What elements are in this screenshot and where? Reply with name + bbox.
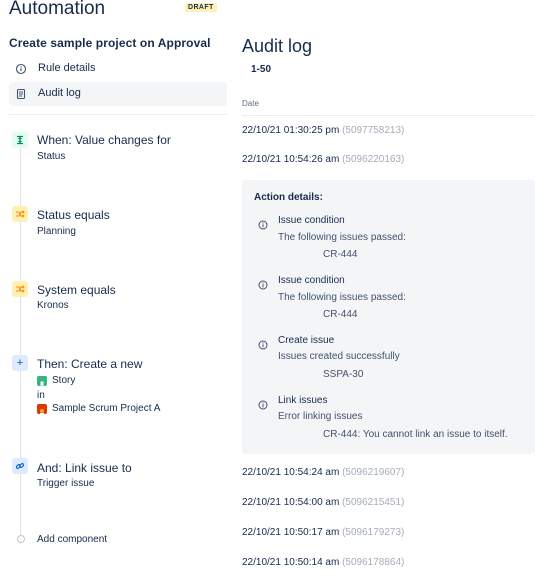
audit-entry[interactable]: 22/10/21 10:54:00 am (5096215451) — [242, 497, 404, 508]
status-badge: DRAFT — [185, 3, 217, 12]
info-icon — [258, 217, 268, 230]
entry-id: (5097758213) — [342, 125, 405, 136]
action-description: Issues created successfully — [278, 351, 400, 362]
component-title: System equals — [37, 283, 116, 297]
info-icon — [14, 62, 28, 76]
rule-component-action[interactable]: And: Link issue to Trigger issue — [12, 458, 232, 494]
project-name: Sample Scrum Project A — [52, 403, 161, 414]
component-subtitle: Trigger issue — [37, 478, 95, 489]
plus-icon: + — [12, 355, 28, 371]
entry-id: (5096179273) — [342, 527, 405, 538]
component-title: And: Link issue to — [37, 461, 132, 475]
shuffle-icon — [12, 281, 28, 297]
rule-name: Create sample project on Approval — [9, 36, 211, 50]
action-description: The following issues passed: — [278, 292, 406, 303]
nav-item-label: Rule details — [38, 62, 96, 74]
audit-entry[interactable]: 22/10/21 01:30:25 pm (5097758213) — [242, 125, 404, 136]
issue-key[interactable]: CR-444 — [323, 309, 357, 320]
error-message: CR-444: You cannot link an issue to itse… — [323, 429, 508, 440]
info-icon — [258, 337, 268, 350]
date-column-header: Date — [242, 99, 259, 108]
action-details-title: Action details: — [254, 192, 323, 203]
document-icon — [14, 87, 28, 101]
action-description: The following issues passed: — [278, 232, 406, 243]
info-icon — [258, 277, 268, 290]
component-subtitle: Status — [37, 151, 66, 162]
rule-component-condition[interactable]: System equals Kronos — [12, 281, 232, 317]
issue-key[interactable]: CR-444 — [323, 249, 357, 260]
entry-date: 22/10/21 10:54:24 am — [242, 467, 340, 478]
link-icon — [12, 458, 28, 474]
action-title: Issue condition — [278, 215, 345, 226]
entry-date: 22/10/21 10:50:14 am — [242, 557, 340, 568]
action-title: Create issue — [278, 335, 335, 346]
rule-component-action[interactable]: + Then: Create a new Story in Sample Scr… — [12, 355, 232, 417]
app-title: Automation — [9, 0, 106, 19]
entry-id: (5096215451) — [342, 497, 405, 508]
audit-entry-expanded[interactable]: 22/10/21 10:54:26 am (5096220163) — [242, 154, 404, 165]
action-description: Error linking issues — [278, 411, 363, 422]
joiner-text: in — [37, 390, 45, 401]
rule-component-trigger[interactable]: When: Value changes for Status — [12, 132, 232, 168]
entry-date: 22/10/21 01:30:25 pm — [242, 125, 340, 136]
issue-type-label: Story — [52, 375, 76, 386]
add-component-button[interactable]: Add component — [37, 534, 107, 545]
component-subtitle: Kronos — [37, 300, 69, 311]
entry-id: (5096178864) — [342, 557, 405, 568]
component-title: When: Value changes for — [37, 133, 171, 147]
shuffle-icon — [12, 206, 28, 222]
nav-item-label: Audit log — [38, 87, 81, 99]
page-title: Audit log — [242, 36, 313, 56]
nav-item-rule-details[interactable]: Rule details — [9, 57, 227, 81]
audit-entry[interactable]: 22/10/21 10:50:14 am (5096178864) — [242, 557, 404, 568]
project-avatar-icon — [37, 404, 47, 416]
nav-item-audit-log[interactable]: Audit log — [9, 82, 227, 106]
action-title: Link issues — [278, 395, 328, 406]
issue-key[interactable]: SSPA-30 — [323, 369, 363, 380]
component-title: Status equals — [37, 208, 110, 222]
rule-component-condition[interactable]: Status equals Planning — [12, 206, 232, 242]
divider — [9, 114, 227, 115]
value-change-trigger-icon — [12, 132, 28, 148]
add-component-dot-icon — [17, 535, 25, 543]
entry-date: 22/10/21 10:54:26 am — [242, 154, 340, 165]
component-subtitle: Planning — [37, 226, 76, 237]
entry-id: (5096219607) — [342, 467, 405, 478]
pagination-range: 1-50 — [251, 64, 272, 75]
audit-entry[interactable]: 22/10/21 10:54:24 am (5096219607) — [242, 467, 404, 478]
entry-id: (5096220163) — [342, 154, 405, 165]
component-title: Then: Create a new — [37, 357, 143, 371]
divider — [242, 115, 535, 116]
audit-entry[interactable]: 22/10/21 10:50:17 am (5096179273) — [242, 527, 404, 538]
entry-date: 22/10/21 10:50:17 am — [242, 527, 340, 538]
story-icon — [37, 376, 47, 387]
entry-date: 22/10/21 10:54:00 am — [242, 497, 340, 508]
info-icon — [258, 397, 268, 410]
action-title: Issue condition — [278, 275, 345, 286]
